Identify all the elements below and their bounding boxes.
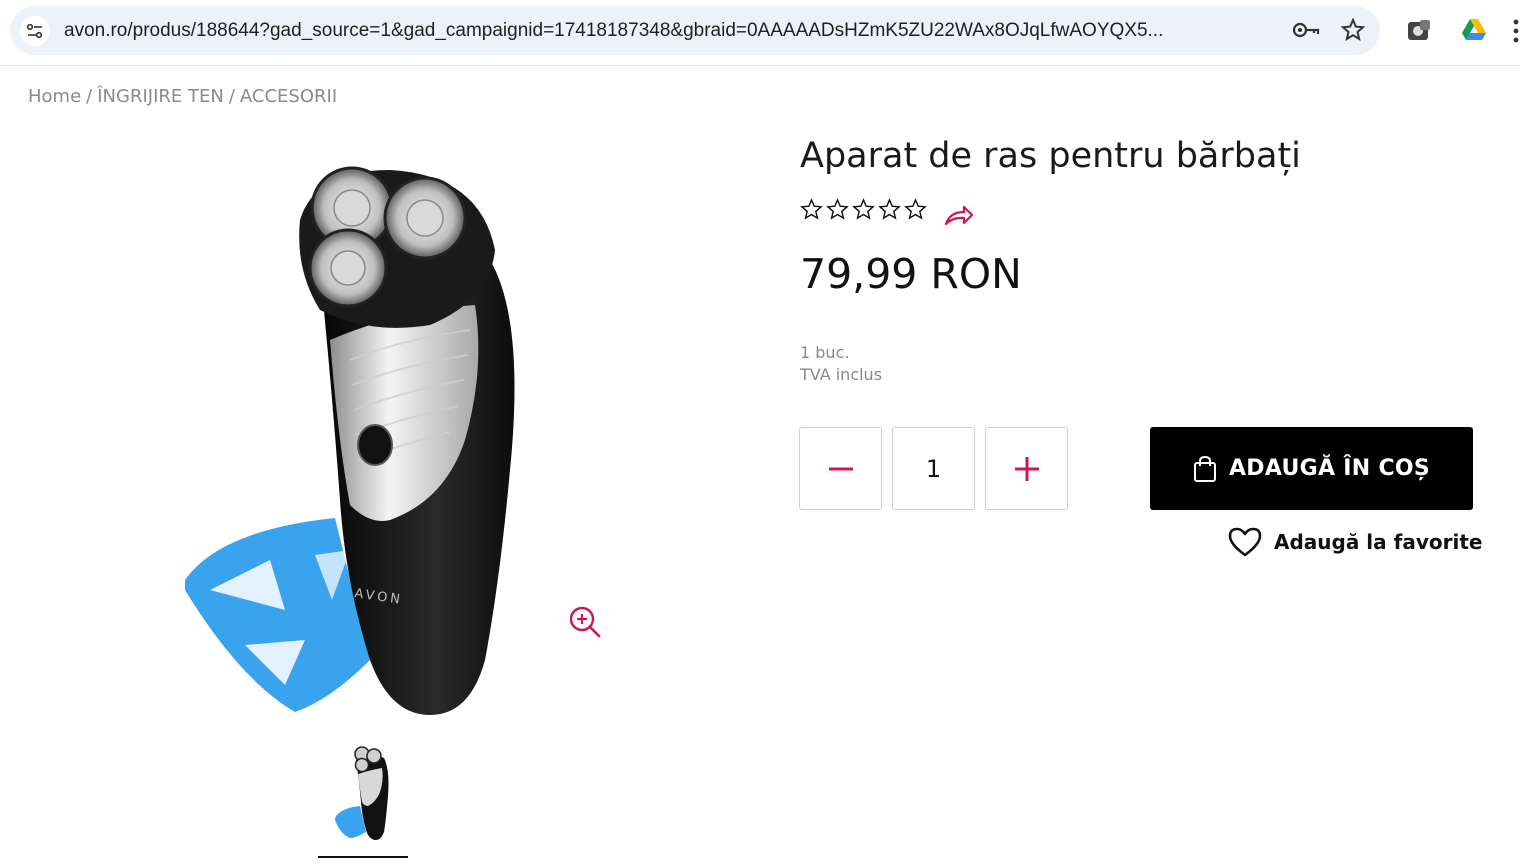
shopping-bag-icon: [1193, 455, 1216, 482]
star-icon: [904, 198, 927, 220]
add-to-cart-button[interactable]: ADAUGĂ ÎN COȘ: [1150, 427, 1473, 510]
vat-note: TVA inclus: [800, 365, 883, 384]
breadcrumb-face-care[interactable]: ÎNGRIJIRE TEN: [97, 86, 224, 107]
add-to-favorites-button[interactable]: Adaugă la favorite: [1228, 527, 1482, 557]
star-icon: [800, 198, 823, 220]
product-price: 79,99 RON: [800, 250, 1022, 298]
url-text[interactable]: avon.ro/produs/188644?gad_source=1&gad_c…: [64, 20, 1264, 42]
breadcrumb-separator: /: [86, 86, 93, 107]
star-icon: [852, 198, 875, 220]
extension-icon[interactable]: [1406, 18, 1432, 48]
breadcrumb: Home / ÎNGRIJIRE TEN / ACCESORII: [28, 86, 337, 107]
add-to-favorites-label: Adaugă la favorite: [1274, 530, 1483, 554]
product-title: Aparat de ras pentru bărbați: [800, 136, 1301, 176]
password-key-icon[interactable]: [1292, 19, 1320, 45]
bookmark-star-icon[interactable]: [1340, 17, 1366, 46]
browser-toolbar: avon.ro/produs/188644?gad_source=1&gad_c…: [0, 0, 1520, 66]
breadcrumb-separator: /: [228, 86, 235, 107]
share-icon[interactable]: [944, 204, 974, 230]
breadcrumb-accessories[interactable]: ACCESORII: [240, 86, 337, 107]
minus-icon: [828, 467, 853, 470]
more-menu-icon[interactable]: [1512, 18, 1520, 48]
star-icon: [826, 198, 849, 220]
zoom-in-icon[interactable]: [568, 605, 602, 643]
product-unit: 1 buc.: [800, 343, 850, 362]
quantity-increase-button[interactable]: [985, 427, 1068, 510]
site-info-icon[interactable]: [20, 15, 50, 46]
star-icon: [878, 198, 901, 220]
add-to-cart-label: ADAUGĂ ÎN COȘ: [1228, 456, 1431, 481]
plus-icon: [1014, 456, 1039, 481]
quantity-decrease-button[interactable]: [799, 427, 882, 510]
product-thumbnail[interactable]: [318, 740, 408, 858]
heart-icon: [1228, 527, 1262, 557]
breadcrumb-home[interactable]: Home: [28, 86, 81, 107]
google-drive-icon[interactable]: [1461, 18, 1487, 46]
rating-stars[interactable]: [800, 198, 927, 221]
quantity-input[interactable]: 1: [892, 427, 975, 510]
address-bar[interactable]: avon.ro/produs/188644?gad_source=1&gad_c…: [10, 6, 1380, 55]
product-main-image[interactable]: AVON: [70, 140, 660, 735]
